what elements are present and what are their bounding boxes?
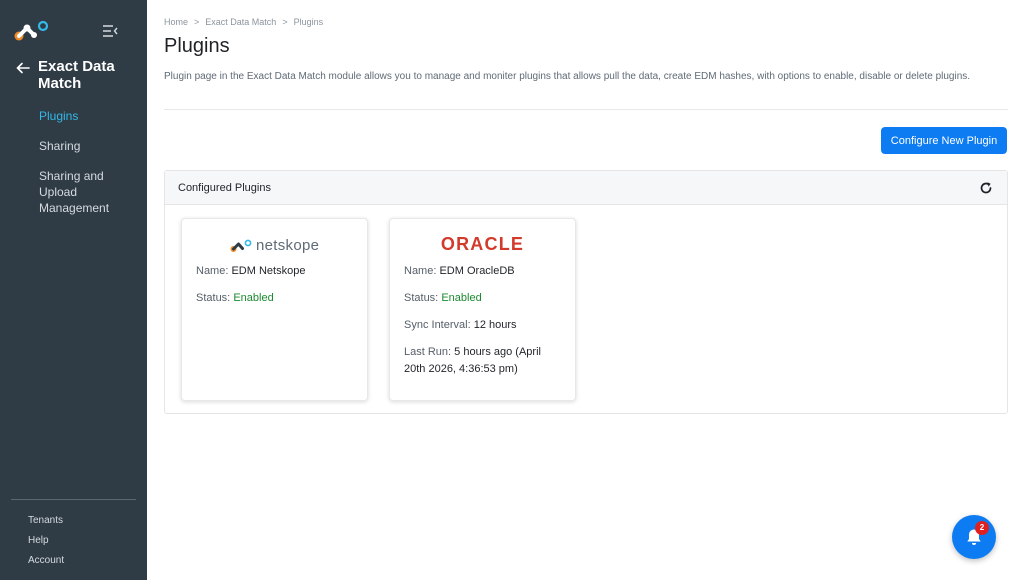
sidebar-item-help[interactable]: Help	[28, 531, 64, 551]
configure-new-plugin-button[interactable]: Configure New Plugin	[881, 127, 1007, 154]
header-divider	[164, 109, 1008, 110]
back-arrow-icon	[16, 62, 30, 74]
notification-count-badge: 2	[975, 521, 989, 535]
breadcrumb-current: Plugins	[293, 17, 324, 27]
plugin-sync-value: 12 hours	[473, 319, 517, 331]
page-title: Plugins	[164, 35, 230, 57]
sidebar-divider	[11, 499, 136, 500]
netskope-wordmark: netskope	[256, 237, 320, 254]
plugin-logo: ORACLE	[390, 219, 575, 263]
plugin-status-row: Status: Enabled	[182, 290, 367, 307]
plugin-last-run-row: Last Run: 5 hours ago (April 20th 2026, …	[390, 344, 575, 378]
plugin-name-value: EDM OracleDB	[439, 265, 515, 277]
module-title: Exact Data Match	[38, 58, 115, 92]
plugin-name-label: Name:	[196, 265, 229, 277]
notifications-button[interactable]: 2	[952, 515, 996, 559]
plugin-sync-label: Sync Interval:	[404, 319, 471, 331]
plugin-name-label: Name:	[404, 265, 437, 277]
plugin-logo: netskope	[182, 219, 367, 263]
sidebar-item-sharing[interactable]: Sharing	[39, 138, 144, 154]
plugin-card-oracle[interactable]: ORACLE Name: EDM OracleDB Status: Enable…	[389, 218, 576, 401]
plugin-card-netskope[interactable]: netskope Name: EDM Netskope Status: Enab…	[181, 218, 368, 401]
sidebar-item-plugins[interactable]: Plugins	[39, 108, 144, 124]
oracle-wordmark: ORACLE	[440, 234, 525, 254]
netskope-logo-icon[interactable]	[14, 20, 50, 42]
sidebar-bottom-nav: Tenants Help Account	[28, 511, 64, 571]
breadcrumb-separator: >	[282, 17, 288, 27]
breadcrumb-exact-data-match[interactable]: Exact Data Match	[205, 17, 276, 27]
sidebar-item-tenants[interactable]: Tenants	[28, 511, 64, 531]
collapse-menu-icon[interactable]	[102, 24, 118, 38]
breadcrumb: Home > Exact Data Match > Plugins	[164, 17, 323, 27]
plugin-status-label: Status:	[404, 292, 439, 304]
netskope-brand-logo: netskope	[230, 237, 319, 254]
panel-header: Configured Plugins	[165, 171, 1007, 205]
plugin-name-row: Name: EDM Netskope	[182, 263, 367, 280]
panel-title: Configured Plugins	[178, 182, 271, 194]
sidebar: Exact Data Match Plugins Sharing Sharing…	[0, 0, 147, 580]
breadcrumb-separator: >	[194, 17, 200, 27]
plugin-status-value: Enabled	[233, 292, 274, 304]
breadcrumb-home[interactable]: Home	[164, 17, 188, 27]
plugin-status-row: Status: Enabled	[390, 290, 575, 307]
plugin-sync-row: Sync Interval: 12 hours	[390, 317, 575, 334]
sidebar-item-account[interactable]: Account	[28, 551, 64, 571]
plugin-name-value: EDM Netskope	[231, 265, 306, 277]
back-to-modules[interactable]: Exact Data Match	[16, 58, 141, 92]
netskope-mark-icon	[230, 239, 252, 252]
sidebar-item-sharing-upload-management[interactable]: Sharing and Upload Management	[39, 168, 144, 216]
plugin-status-value: Enabled	[441, 292, 482, 304]
sidebar-nav: Plugins Sharing Sharing and Upload Manag…	[39, 108, 144, 230]
plugin-name-row: Name: EDM OracleDB	[390, 263, 575, 280]
oracle-brand-logo: ORACLE	[390, 234, 575, 255]
configured-plugins-panel: Configured Plugins netskope Name: EDM Ne…	[164, 170, 1008, 414]
refresh-icon[interactable]	[979, 181, 993, 195]
plugin-status-label: Status:	[196, 292, 231, 304]
plugin-last-run-label: Last Run:	[404, 346, 452, 358]
page-description: Plugin page in the Exact Data Match modu…	[164, 71, 971, 82]
